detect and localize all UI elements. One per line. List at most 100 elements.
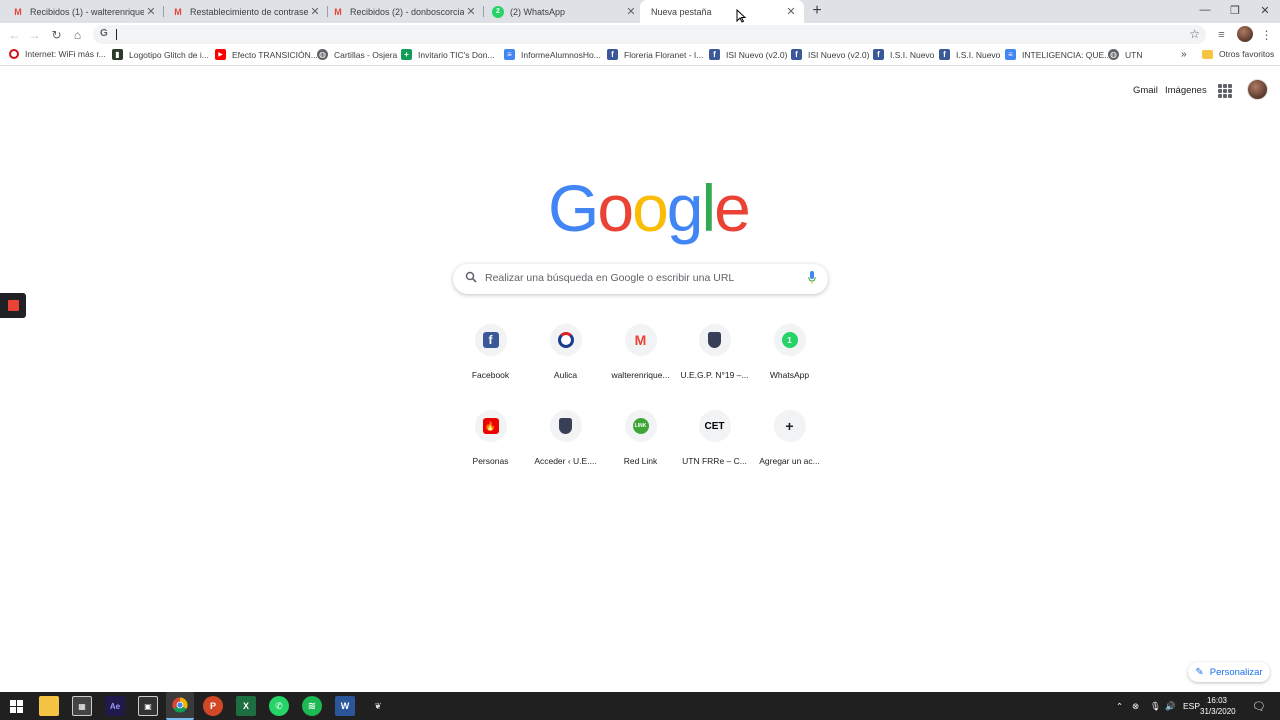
home-icon[interactable]: ⌂: [69, 26, 86, 43]
bookmark-item[interactable]: ≡ InformeAlumnosHo...: [504, 49, 601, 60]
whatsapp-icon: 1: [781, 332, 798, 348]
gmail-link[interactable]: Gmail: [1133, 85, 1158, 96]
back-icon[interactable]: ←: [6, 26, 23, 43]
google-apps-icon[interactable]: [1218, 84, 1232, 98]
add-shortcut-tile[interactable]: + Agregar un ac...: [752, 410, 827, 466]
facebook-icon: f: [482, 332, 499, 348]
search-icon: [465, 271, 477, 286]
opera-icon: [9, 49, 19, 59]
clock-date: 31/3/2020: [1200, 707, 1236, 716]
shortcut-label: walterenrique...: [611, 370, 670, 380]
customize-button[interactable]: ✎ Personalizar: [1188, 662, 1270, 682]
shortcut-tile[interactable]: f Facebook: [453, 324, 528, 380]
cet-icon: CET: [704, 420, 725, 432]
bookmark-label: I.S.I. Nuevo: [890, 49, 935, 60]
bookmark-label: ISI Nuevo (v2.0): [808, 49, 870, 60]
bookmark-label: Floreria Floranet - I...: [624, 49, 704, 60]
profile-avatar[interactable]: [1237, 26, 1253, 42]
glitch-icon: ▮: [112, 49, 123, 60]
bookmark-item[interactable]: Internet: WiFi más r...: [9, 49, 106, 59]
bookmark-item[interactable]: ▮ Logotipo Glitch de i...: [112, 49, 209, 60]
address-bar[interactable]: G ☆: [93, 25, 1206, 44]
powerpoint-icon[interactable]: P: [203, 696, 223, 716]
microphone-icon[interactable]: [808, 271, 816, 285]
close-icon[interactable]: ✕: [464, 5, 478, 19]
bookmark-item[interactable]: ≡ INTELIGENCIA: QUE...: [1005, 49, 1111, 60]
search-box[interactable]: Realizar una búsqueda en Google o escrib…: [453, 264, 828, 294]
shortcut-tile[interactable]: M walterenrique...: [603, 324, 678, 380]
shortcut-tile[interactable]: CET UTN FRRe – C...: [677, 410, 752, 466]
tray-chevron-up-icon[interactable]: ⌃: [1116, 696, 1123, 716]
tab-strip: M Recibidos (1) - walterenriquemc ✕ M Re…: [0, 0, 1280, 23]
aulica-icon: [557, 332, 574, 348]
bookmark-item[interactable]: f I.S.I. Nuevo: [873, 49, 934, 60]
menu-kebab-icon[interactable]: ⋮: [1258, 26, 1275, 43]
forward-icon[interactable]: →: [26, 26, 43, 43]
google-logo: Google: [548, 168, 751, 248]
bookmark-star-icon[interactable]: ☆: [1189, 27, 1200, 41]
tab-gmail-3[interactable]: M Recibidos (2) - donboscorciaadm ✕: [320, 0, 484, 23]
tray-app-icon[interactable]: ⊗: [1132, 696, 1139, 716]
close-icon[interactable]: ✕: [144, 5, 158, 19]
shortcut-tile[interactable]: Aulica: [528, 324, 603, 380]
plus-icon: +: [785, 418, 794, 434]
taskbar-clock[interactable]: 16:03 31/3/2020: [1200, 695, 1236, 717]
other-bookmarks-label: Otros favoritos: [1219, 49, 1275, 59]
windows-start-icon[interactable]: [6, 696, 26, 716]
new-tab-button[interactable]: +: [808, 2, 826, 20]
restore-button[interactable]: ❐: [1220, 0, 1250, 20]
bookmark-item[interactable]: ◍ UTN: [1108, 49, 1142, 60]
tab-new-tab[interactable]: Nueva pestaña ✕: [640, 0, 804, 23]
window-close-button[interactable]: ✕: [1250, 0, 1280, 20]
bookmark-item[interactable]: ▶ Efecto TRANSICIÓN...: [215, 49, 318, 60]
shortcut-tile[interactable]: 1 WhatsApp: [752, 324, 827, 380]
bookmark-item[interactable]: f ISI Nuevo (v2.0): [709, 49, 787, 60]
bookmark-item[interactable]: f ISI Nuevo (v2.0): [791, 49, 869, 60]
bookmarks-overflow-button[interactable]: »: [1181, 49, 1187, 60]
record-stop-button[interactable]: [0, 293, 26, 318]
facebook-icon: f: [607, 49, 618, 60]
after-effects-icon[interactable]: Ae: [105, 696, 125, 716]
tab-whatsapp[interactable]: 2 (2) WhatsApp ✕: [480, 0, 644, 23]
shortcut-tile[interactable]: 🔥 Personas: [453, 410, 528, 466]
whatsapp-icon[interactable]: ✆: [269, 696, 289, 716]
bookmark-label: Efecto TRANSICIÓN...: [232, 49, 318, 60]
bookmark-item[interactable]: ◍ Cartillas - Osjera: [317, 49, 397, 60]
logo-letter: l: [701, 171, 717, 245]
shortcut-label: WhatsApp: [769, 370, 810, 380]
bookmark-item[interactable]: f I.S.I. Nuevo: [939, 49, 1000, 60]
images-link[interactable]: Imágenes: [1165, 85, 1207, 96]
reload-icon[interactable]: ↻: [48, 26, 65, 43]
account-avatar[interactable]: [1247, 79, 1268, 100]
close-icon[interactable]: ✕: [784, 5, 798, 19]
other-bookmarks-folder[interactable]: Otros favoritos: [1202, 49, 1274, 59]
tab-gmail-1[interactable]: M Recibidos (1) - walterenriquemc ✕: [0, 0, 164, 23]
sheets-icon: +: [401, 49, 412, 60]
chrome-icon[interactable]: [166, 692, 194, 720]
text-caret: [116, 29, 117, 40]
bookmark-item[interactable]: f Floreria Floranet - I...: [607, 49, 703, 60]
gmail-icon: M: [334, 6, 342, 17]
media-control-icon[interactable]: ≡: [1213, 26, 1230, 43]
calculator-icon[interactable]: ▦: [72, 696, 92, 716]
shortcut-tile[interactable]: Acceder ‹ U.E....: [528, 410, 603, 466]
facebook-icon: f: [709, 49, 720, 60]
volume-icon[interactable]: 🔊: [1165, 696, 1176, 716]
excel-icon[interactable]: X: [236, 696, 256, 716]
minimize-button[interactable]: —: [1190, 0, 1220, 20]
close-icon[interactable]: ✕: [624, 5, 638, 19]
tab-gmail-2[interactable]: M Restablecimiento de contraseña ✕: [160, 0, 328, 23]
bookmark-item[interactable]: + Invitario TIC's Don...: [401, 49, 495, 60]
microphone-tray-icon[interactable]: 🎙: [1150, 696, 1161, 716]
feather-app-icon[interactable]: ❦: [368, 696, 388, 716]
file-explorer-icon[interactable]: [39, 696, 59, 716]
word-icon[interactable]: W: [335, 696, 355, 716]
input-language[interactable]: ESP: [1183, 696, 1200, 716]
shortcut-tile[interactable]: U.E.G.P. N°19 –...: [677, 324, 752, 380]
google-g-icon: G: [100, 28, 108, 39]
notifications-icon[interactable]: 🗨: [1252, 696, 1266, 716]
gmail-icon: M: [634, 332, 647, 348]
shortcut-tile[interactable]: LINK Red Link: [603, 410, 678, 466]
spotify-icon[interactable]: ≋: [302, 696, 322, 716]
terminal-icon[interactable]: ▣: [138, 696, 158, 716]
